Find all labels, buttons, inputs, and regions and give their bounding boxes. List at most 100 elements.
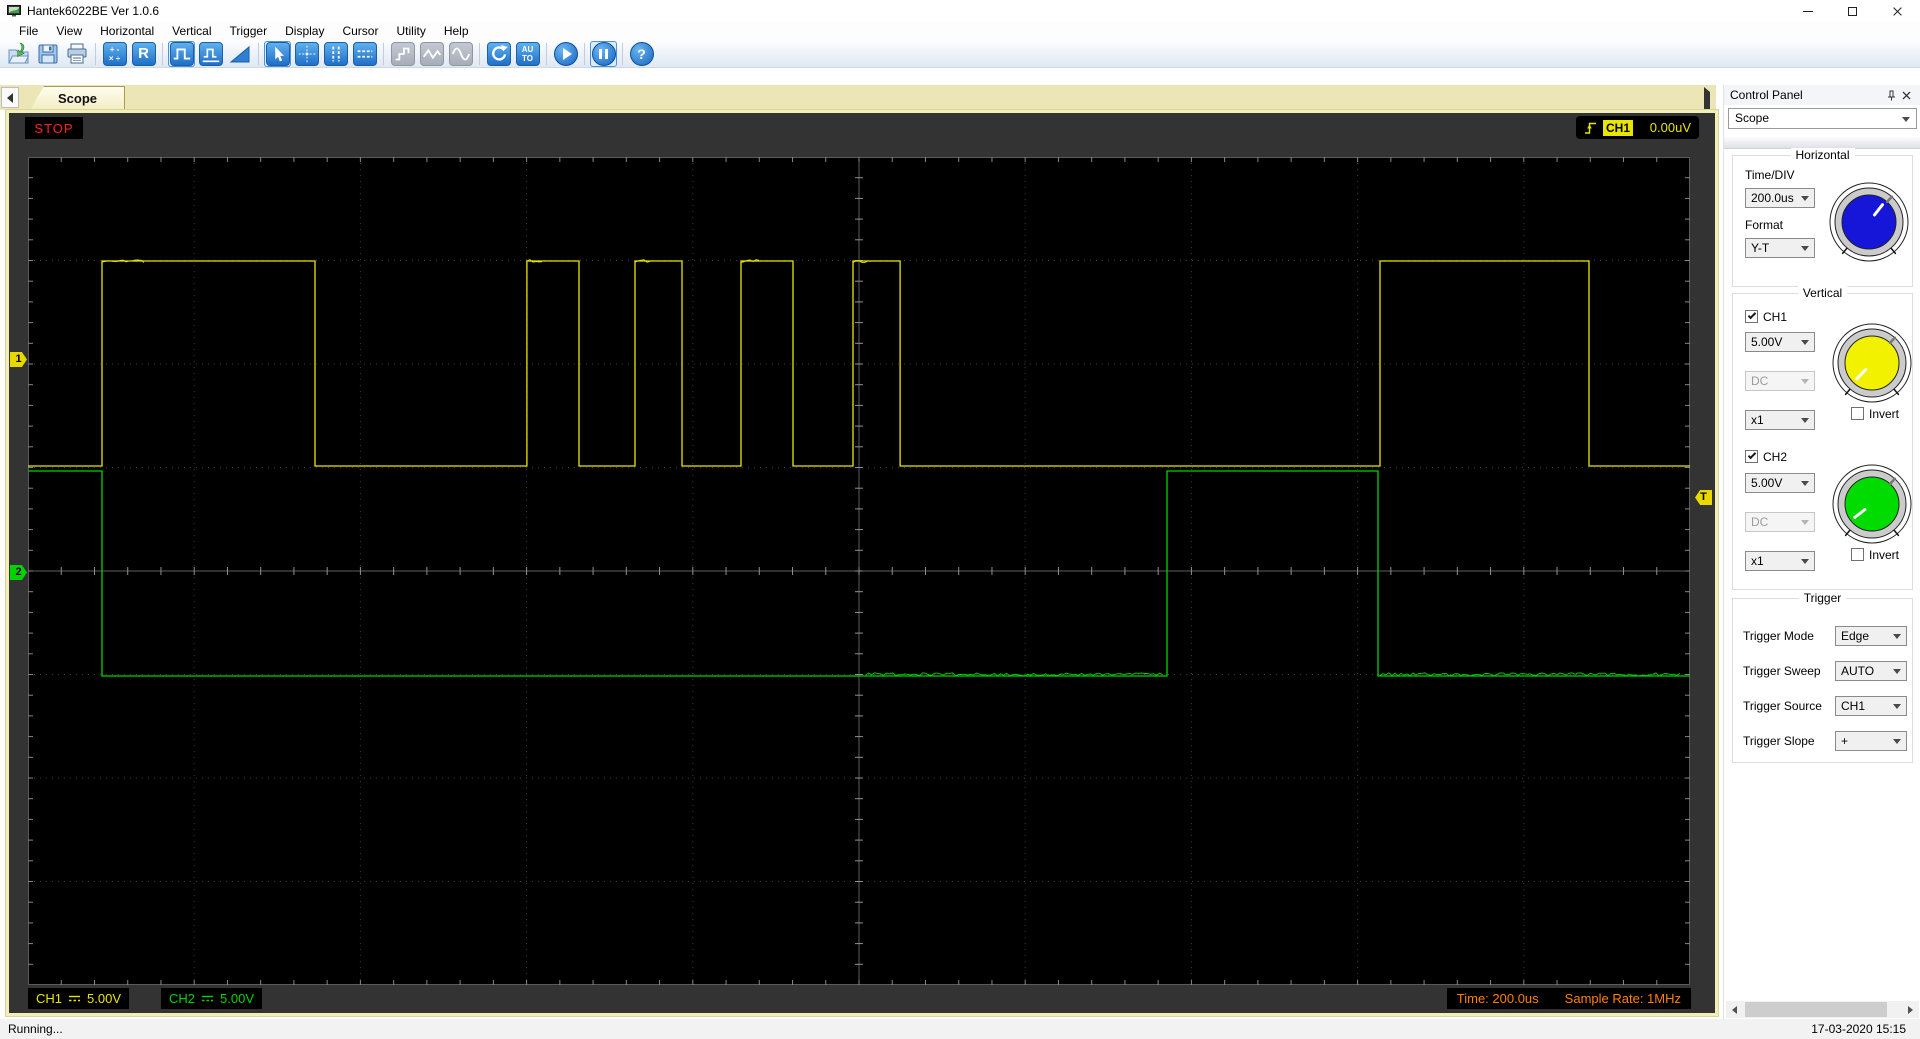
panel-mode-select[interactable]: Scope <box>1728 108 1917 129</box>
window-title: Hantek6022BE Ver 1.0.6 <box>27 4 160 18</box>
close-icon <box>1892 6 1903 17</box>
open-file-button[interactable] <box>5 41 32 67</box>
chevron-down-icon <box>1801 340 1809 345</box>
print-button[interactable] <box>63 41 90 67</box>
math-icon: + - × ÷ <box>102 41 127 66</box>
sine-wave-button[interactable] <box>447 41 474 67</box>
maximize-button[interactable] <box>1830 0 1875 22</box>
scroll-right-button[interactable] <box>1902 1001 1919 1018</box>
menu-item-view[interactable]: View <box>47 23 91 39</box>
waveform-mode-button[interactable] <box>168 40 195 67</box>
horizontal-group-legend: Horizontal <box>1790 148 1855 162</box>
crosshair-icon <box>294 41 319 66</box>
math-button[interactable]: + - × ÷ <box>101 41 128 67</box>
trigger-slope-select[interactable]: + <box>1835 731 1907 751</box>
horizontal-cursors-button[interactable] <box>351 41 378 67</box>
acquisition-status-indicator: STOP <box>25 117 83 139</box>
ch2-position-knob[interactable] <box>1830 462 1914 546</box>
print-icon <box>67 43 86 63</box>
status-bar: Running... 17-03-2020 15:15 <box>0 1019 1920 1039</box>
ch2-probe-select[interactable]: x1 <box>1745 551 1815 571</box>
trigger-sweep-select[interactable]: AUTO <box>1835 661 1907 681</box>
trigger-mode-label: Trigger Mode <box>1743 629 1814 643</box>
ch1-probe-select[interactable]: x1 <box>1745 410 1815 430</box>
crosshair-cursor-button[interactable] <box>293 41 320 67</box>
waveform-baseline-button[interactable] <box>197 41 224 67</box>
right-arrow-icon <box>1908 1005 1913 1014</box>
pin-panel-button[interactable] <box>1882 87 1898 103</box>
ch1-enable-label: CH1 <box>1763 310 1788 324</box>
menu-item-file[interactable]: File <box>10 23 47 39</box>
pin-icon <box>1887 90 1895 100</box>
menu-item-utility[interactable]: Utility <box>387 23 434 39</box>
timediv-select[interactable]: 200.0us <box>1745 188 1815 208</box>
time-per-div-readout: Time: 200.0us <box>1456 991 1539 1006</box>
close-panel-button[interactable] <box>1898 87 1914 103</box>
menu-item-horizontal[interactable]: Horizontal <box>91 23 163 39</box>
chevron-down-icon <box>1801 481 1809 486</box>
format-select[interactable]: Y-T <box>1745 238 1815 258</box>
chevron-down-icon <box>1801 379 1809 384</box>
reference-button[interactable]: R <box>130 41 157 67</box>
math-icon-top: + - <box>109 44 120 54</box>
trigger-mode-select[interactable]: Edge <box>1835 626 1907 646</box>
ch1-enable-checkbox[interactable] <box>1745 310 1758 323</box>
chevron-down-icon <box>1893 634 1901 639</box>
scrollbar-thumb[interactable] <box>1745 1002 1887 1017</box>
vertical-group: Vertical CH1 5.00V DC x1 Invert CH2 5.00… <box>1732 286 1914 590</box>
tab-scroll-right-button[interactable] <box>1704 87 1710 114</box>
maximize-icon <box>1848 6 1857 16</box>
ch1-position-knob[interactable] <box>1830 321 1914 405</box>
ch2-invert-checkbox[interactable] <box>1851 548 1864 561</box>
ramp-button[interactable] <box>226 41 253 67</box>
step-wave-button[interactable] <box>389 41 416 67</box>
autoset-button[interactable]: AU TO <box>514 41 541 67</box>
pointer-button[interactable] <box>264 40 291 67</box>
ch2-volts-value: 5.00V <box>1751 476 1783 490</box>
format-label: Format <box>1745 218 1784 232</box>
horizontal-position-knob[interactable] <box>1827 180 1911 264</box>
toolbar-separator <box>162 42 163 65</box>
close-button[interactable] <box>1875 0 1920 22</box>
menu-item-trigger[interactable]: Trigger <box>221 23 277 39</box>
ch2-zero-marker[interactable]: 2 <box>10 565 27 580</box>
menu-item-vertical[interactable]: Vertical <box>163 23 220 39</box>
waveform-display[interactable] <box>28 157 1690 985</box>
pointer-cursor-icon <box>265 41 290 66</box>
ch2-coupling-value: DC <box>1751 515 1769 529</box>
trigger-readout: CH1 0.00uV <box>1575 116 1699 139</box>
control-panel-header: Control Panel <box>1724 85 1920 105</box>
menu-item-help[interactable]: Help <box>435 23 478 39</box>
help-button[interactable]: ? <box>628 41 655 67</box>
scope-display-area: STOP CH1 0.00uV 1 2 T CH1 5.00V CH2 5.00… <box>9 113 1715 1013</box>
ch1-label: CH1 <box>36 991 63 1006</box>
scroll-left-button[interactable] <box>1726 1001 1743 1018</box>
tab-scope[interactable]: Scope <box>30 86 125 110</box>
left-arrow-icon <box>7 92 13 103</box>
ch1-volts-select[interactable]: 5.00V <box>1745 332 1815 352</box>
ch1-zero-marker[interactable]: 1 <box>10 352 27 367</box>
zigzag-wave-button[interactable] <box>418 41 445 67</box>
refresh-button[interactable] <box>485 41 512 67</box>
rising-edge-icon <box>1584 122 1596 134</box>
pause-button[interactable] <box>590 40 617 67</box>
menu-item-cursor[interactable]: Cursor <box>333 23 387 39</box>
pause-icon <box>591 41 616 66</box>
ch2-volts-select[interactable]: 5.00V <box>1745 473 1815 493</box>
vertical-cursors-button[interactable] <box>322 41 349 67</box>
trigger-group-legend: Trigger <box>1798 591 1847 605</box>
chevron-down-icon <box>1801 520 1809 525</box>
zigzag-wave-icon <box>419 41 444 66</box>
trigger-level-marker[interactable]: T <box>1695 490 1712 505</box>
start-button[interactable] <box>552 41 579 67</box>
menu-item-display[interactable]: Display <box>276 23 333 39</box>
tab-scroll-left-button[interactable] <box>1 87 19 108</box>
ch2-enable-checkbox[interactable] <box>1745 450 1758 463</box>
save-icon <box>38 44 57 63</box>
save-button[interactable] <box>34 41 61 67</box>
ch1-invert-checkbox[interactable] <box>1851 407 1864 420</box>
timebase-readout: Time: 200.0us Sample Rate: 1MHz <box>1446 988 1691 1009</box>
trigger-level-value: 0.00uV <box>1649 120 1691 135</box>
minimize-button[interactable] <box>1785 0 1830 22</box>
trigger-source-select[interactable]: CH1 <box>1835 696 1907 716</box>
